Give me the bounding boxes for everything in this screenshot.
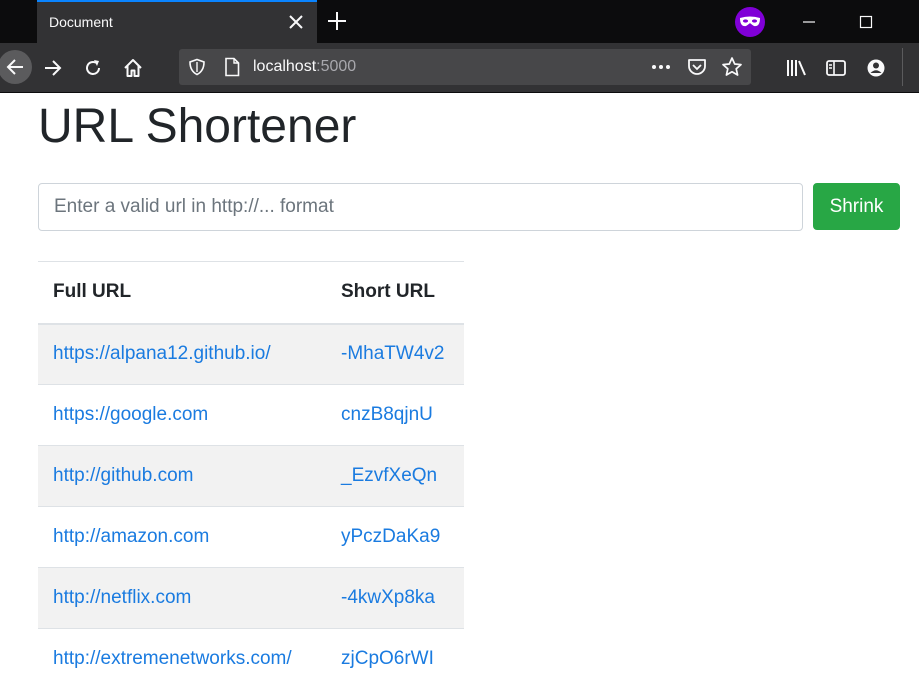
minimize-icon[interactable]: [797, 10, 821, 34]
shield-icon[interactable]: [188, 58, 206, 81]
url-table: Full URL Short URL https://alpana12.gith…: [38, 261, 464, 690]
back-arrow-icon[interactable]: [0, 50, 32, 84]
home-icon[interactable]: [117, 52, 149, 84]
pocket-icon[interactable]: [686, 56, 708, 83]
full-url-cell: https://alpana12.github.io/: [38, 323, 326, 385]
tab-strip: Document: [0, 0, 919, 43]
full-url-link[interactable]: http://netflix.com: [53, 587, 191, 608]
forward-arrow-icon[interactable]: [37, 52, 69, 84]
column-header-short-url: Short URL: [326, 261, 464, 325]
toolbar-divider: [902, 48, 903, 86]
shrink-button[interactable]: Shrink: [813, 183, 900, 230]
short-url-cell: -MhaTW4v2: [326, 323, 464, 385]
short-url-link[interactable]: -MhaTW4v2: [341, 343, 444, 364]
short-url-cell: -4kwXp8ka: [326, 567, 464, 629]
page-title: URL Shortener: [38, 100, 357, 153]
table-row: https://google.com cnzB8qjnU: [38, 384, 464, 446]
address-bar[interactable]: localhost:5000: [179, 49, 751, 85]
full-url-link[interactable]: https://google.com: [53, 404, 208, 425]
private-mask-icon: [735, 7, 765, 37]
short-url-link[interactable]: yPczDaKa9: [341, 526, 440, 547]
full-url-cell: http://netflix.com: [38, 567, 326, 629]
table-row: http://github.com _EzvfXeQn: [38, 445, 464, 507]
library-icon[interactable]: [780, 52, 812, 84]
table-row: http://amazon.com yPczDaKa9: [38, 506, 464, 568]
short-url-link[interactable]: _EzvfXeQn: [341, 465, 437, 486]
full-url-cell: http://amazon.com: [38, 506, 326, 568]
account-icon[interactable]: [860, 52, 892, 84]
reload-icon[interactable]: [77, 52, 109, 84]
plus-icon[interactable]: [326, 10, 348, 32]
short-url-link[interactable]: zjCpO6rWI: [341, 648, 434, 669]
url-port: :5000: [316, 58, 357, 75]
short-url-cell: zjCpO6rWI: [326, 628, 464, 690]
url-input[interactable]: [38, 183, 803, 231]
full-url-link[interactable]: https://alpana12.github.io/: [53, 343, 271, 364]
page-info-icon[interactable]: [223, 57, 241, 82]
table-row: http://netflix.com -4kwXp8ka: [38, 567, 464, 629]
table-row: http://extremenetworks.com/ zjCpO6rWI: [38, 628, 464, 690]
full-url-link[interactable]: http://amazon.com: [53, 526, 209, 547]
close-icon[interactable]: [287, 13, 305, 31]
full-url-cell: https://google.com: [38, 384, 326, 446]
url-host: localhost: [253, 58, 317, 75]
short-url-link[interactable]: -4kwXp8ka: [341, 587, 435, 608]
table-row: https://alpana12.github.io/ -MhaTW4v2: [38, 323, 464, 385]
bookmark-star-icon[interactable]: [721, 56, 743, 83]
short-url-cell: cnzB8qjnU: [326, 384, 464, 446]
full-url-cell: http://github.com: [38, 445, 326, 507]
short-url-link[interactable]: cnzB8qjnU: [341, 404, 433, 425]
maximize-icon[interactable]: [854, 10, 878, 34]
short-url-cell: _EzvfXeQn: [326, 445, 464, 507]
full-url-cell: http://extremenetworks.com/: [38, 628, 326, 690]
table-header-row: Full URL Short URL: [38, 261, 464, 325]
full-url-link[interactable]: http://extremenetworks.com/: [53, 648, 292, 669]
nav-bar: localhost:5000: [0, 43, 919, 93]
column-header-full-url: Full URL: [38, 261, 326, 325]
more-icon[interactable]: [650, 57, 672, 82]
full-url-link[interactable]: http://github.com: [53, 465, 193, 486]
url-text[interactable]: localhost:5000: [253, 58, 356, 76]
sidebar-icon[interactable]: [820, 52, 852, 84]
tab-document[interactable]: Document: [37, 0, 317, 43]
short-url-cell: yPczDaKa9: [326, 506, 464, 568]
tab-title: Document: [49, 14, 113, 30]
